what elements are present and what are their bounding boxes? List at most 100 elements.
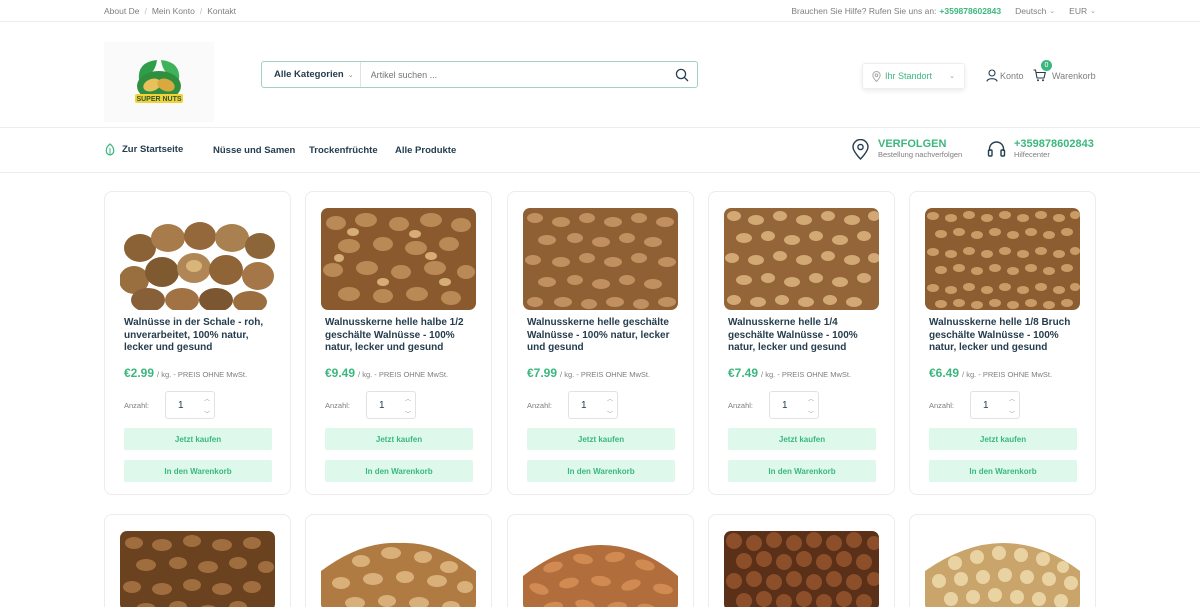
stepper-arrows: ︿ ﹀ (1009, 394, 1015, 418)
currency-select[interactable]: EUR ⌄ (1069, 6, 1096, 16)
product-image[interactable] (120, 208, 275, 310)
product-title[interactable]: Walnusskerne helle geschälte Walnüsse - … (527, 317, 677, 355)
quantity-stepper[interactable]: 1 ︿ ﹀ (366, 391, 416, 419)
price-unit: / kg. - PREIS OHNE MwSt. (761, 370, 852, 379)
location-select[interactable]: Ihr Standort ⌄ (862, 63, 965, 89)
product-title[interactable]: Walnusskerne helle halbe 1/2 geschälte W… (325, 317, 475, 355)
price-amount: €7.49 (728, 366, 759, 380)
stepper-arrows: ︿ ﹀ (204, 394, 210, 418)
chevron-down-icon: ⌄ (347, 71, 354, 79)
help-phone[interactable]: +359878602843 (939, 6, 1001, 16)
help-center[interactable]: +359878602843 Hilfecenter (987, 138, 1094, 160)
add-to-cart-button[interactable]: In den Warenkorb (929, 460, 1077, 482)
logo-text: SUPER NUTS (136, 96, 181, 103)
leaf-icon (105, 143, 115, 156)
product-card (909, 514, 1096, 607)
logo[interactable]: SUPER NUTS (104, 42, 214, 122)
price-unit: / kg. - PREIS OHNE MwSt. (560, 370, 651, 379)
search-button[interactable] (667, 68, 697, 82)
stepper-arrows: ︿ ﹀ (808, 394, 814, 418)
quantity-label: Anzahl: (929, 401, 955, 410)
top-bar: About De / Mein Konto / Kontakt Brauchen… (0, 0, 1200, 22)
add-to-cart-button[interactable]: In den Warenkorb (728, 460, 876, 482)
chevron-up-icon[interactable]: ︿ (204, 394, 210, 403)
account-label: Konto (1000, 70, 1024, 81)
add-to-cart-button[interactable]: In den Warenkorb (124, 460, 272, 482)
product-price: €9.49 / kg. - PREIS OHNE MwSt. (325, 366, 448, 380)
product-price: €7.99 / kg. - PREIS OHNE MwSt. (527, 366, 650, 380)
product-title[interactable]: Walnusskerne helle 1/4 geschälte Walnüss… (728, 317, 878, 355)
price-unit: / kg. - PREIS OHNE MwSt. (962, 370, 1053, 379)
separator: / (144, 5, 147, 16)
category-value: Alle Kategorien (274, 69, 344, 80)
quantity-stepper[interactable]: 1 ︿ ﹀ (165, 391, 215, 419)
quantity-label: Anzahl: (325, 401, 351, 410)
quantity-value: 1 (983, 399, 989, 411)
about-link[interactable]: About De (104, 6, 139, 16)
chevron-down-icon[interactable]: ﹀ (808, 409, 814, 418)
chevron-down-icon[interactable]: ﹀ (204, 409, 210, 418)
chevron-up-icon[interactable]: ︿ (607, 394, 613, 403)
product-title[interactable]: Walnusskerne helle 1/8 Bruch geschälte W… (929, 317, 1079, 355)
quantity-label: Anzahl: (728, 401, 754, 410)
main-nav: Zur Startseite Nüsse und Samen Trockenfr… (0, 128, 1200, 173)
track-order[interactable]: VERFOLGEN Bestellung nachverfolgen (851, 138, 962, 160)
quantity-value: 1 (581, 399, 587, 411)
product-image[interactable] (321, 208, 476, 310)
product-card: Walnusskerne helle halbe 1/2 geschälte W… (305, 191, 492, 495)
chevron-up-icon[interactable]: ︿ (405, 394, 411, 403)
price-amount: €2.99 (124, 366, 155, 380)
account-link[interactable]: Konto (986, 69, 1024, 82)
product-image[interactable] (523, 531, 678, 607)
quantity-stepper[interactable]: 1 ︿ ﹀ (769, 391, 819, 419)
product-image[interactable] (321, 531, 476, 607)
help-phone-number: +359878602843 (1014, 138, 1094, 150)
headset-icon (987, 140, 1006, 157)
product-image[interactable] (925, 531, 1080, 607)
chevron-up-icon[interactable]: ︿ (1009, 394, 1015, 403)
help-subtitle: Hilfecenter (1014, 150, 1050, 159)
account-link[interactable]: Mein Konto (152, 6, 195, 16)
quantity-value: 1 (178, 399, 184, 411)
buy-now-button[interactable]: Jetzt kaufen (325, 428, 473, 450)
nav-item-all-products[interactable]: Alle Produkte (395, 145, 456, 156)
nav-item-nuts[interactable]: Nüsse und Samen (213, 145, 295, 156)
chevron-up-icon[interactable]: ︿ (808, 394, 814, 403)
product-image[interactable] (120, 531, 275, 607)
product-image[interactable] (925, 208, 1080, 310)
language-select[interactable]: Deutsch ⌄ (1015, 6, 1055, 16)
cart-icon (1033, 69, 1046, 82)
location-pin-icon (852, 138, 869, 160)
product-image[interactable] (523, 208, 678, 310)
buy-now-button[interactable]: Jetzt kaufen (929, 428, 1077, 450)
quantity-stepper[interactable]: 1 ︿ ﹀ (970, 391, 1020, 419)
buy-now-button[interactable]: Jetzt kaufen (527, 428, 675, 450)
search-input[interactable] (360, 69, 667, 80)
buy-now-button[interactable]: Jetzt kaufen (124, 428, 272, 450)
chevron-down-icon: ⌄ (1090, 7, 1096, 15)
chevron-down-icon[interactable]: ﹀ (607, 409, 613, 418)
product-image[interactable] (724, 208, 879, 310)
price-unit: / kg. - PREIS OHNE MwSt. (157, 370, 248, 379)
nav-item-dried-fruits[interactable]: Trockenfrüchte (309, 145, 378, 156)
nav-home[interactable]: Zur Startseite (104, 143, 183, 156)
buy-now-button[interactable]: Jetzt kaufen (728, 428, 876, 450)
chevron-down-icon[interactable]: ﹀ (405, 409, 411, 418)
cart-link[interactable]: 0 Warenkorb (1033, 60, 1096, 82)
track-title: VERFOLGEN (878, 138, 947, 150)
quantity-stepper[interactable]: 1 ︿ ﹀ (568, 391, 618, 419)
add-to-cart-button[interactable]: In den Warenkorb (527, 460, 675, 482)
product-title[interactable]: Walnüsse in der Schale - roh, unverarbei… (124, 317, 274, 355)
product-image[interactable] (724, 531, 879, 607)
product-card (305, 514, 492, 607)
contact-link[interactable]: Kontakt (207, 6, 236, 16)
track-text: VERFOLGEN Bestellung nachverfolgen (878, 138, 962, 160)
language-value: Deutsch (1015, 5, 1047, 16)
price-unit: / kg. - PREIS OHNE MwSt. (358, 370, 449, 379)
location-pin-icon (872, 70, 881, 82)
chevron-down-icon[interactable]: ﹀ (1009, 409, 1015, 418)
logo-icon: SUPER NUTS (135, 60, 183, 103)
add-to-cart-button[interactable]: In den Warenkorb (325, 460, 473, 482)
quantity-value: 1 (782, 399, 788, 411)
category-select[interactable]: Alle Kategorien ⌄ (262, 62, 361, 87)
